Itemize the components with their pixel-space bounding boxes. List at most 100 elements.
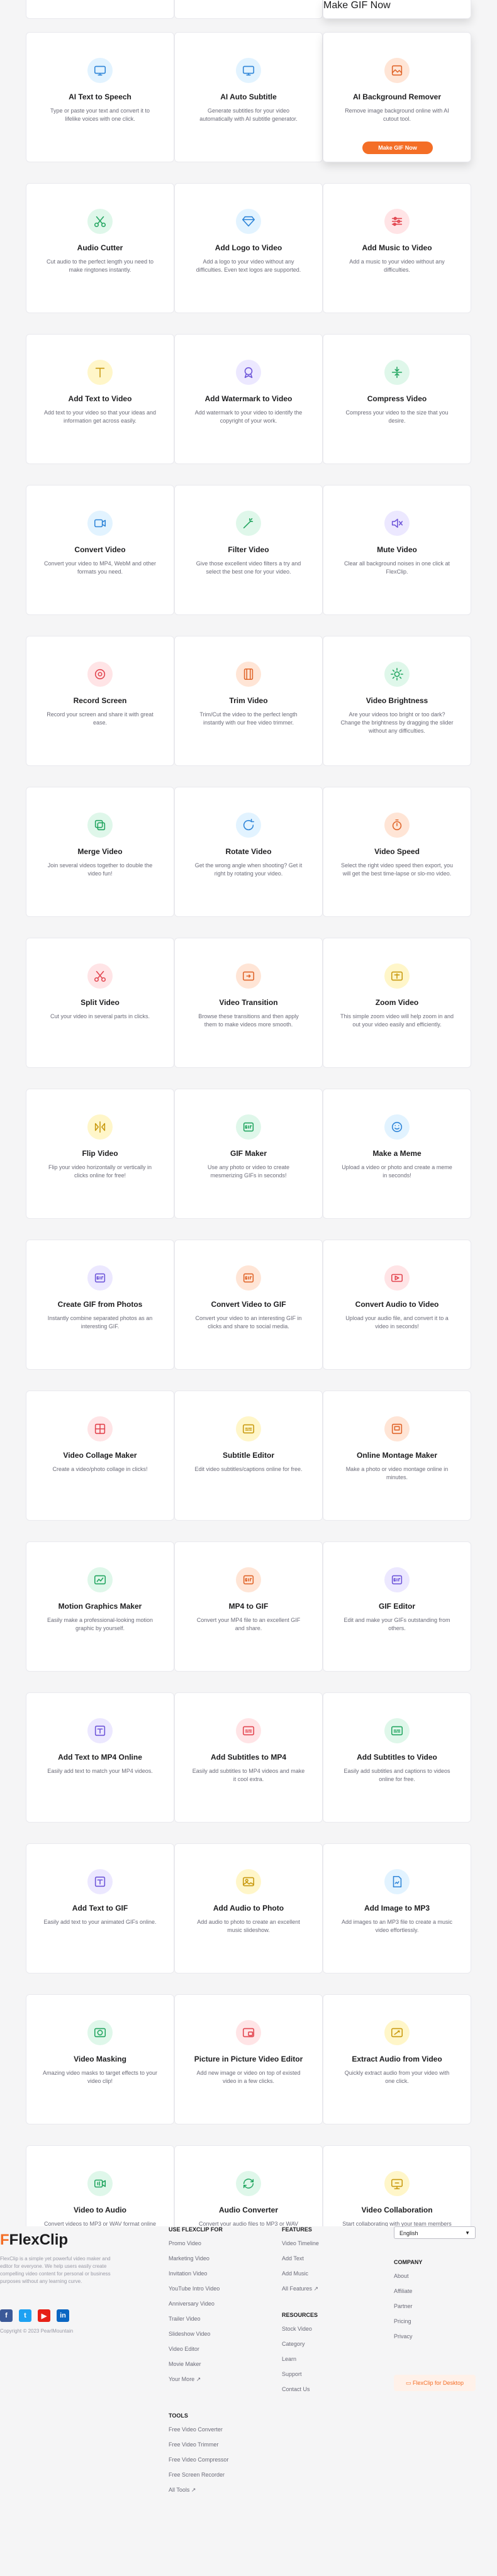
footer-link[interactable]: Support — [282, 2371, 318, 2377]
footer-link[interactable]: Category — [282, 2341, 318, 2347]
text-icon — [87, 360, 113, 385]
tool-card-title: Rotate Video — [225, 847, 272, 856]
tool-card-description: Amazing video masks to target effects to… — [43, 2070, 157, 2084]
footer-link[interactable]: Free Video Converter — [169, 2426, 228, 2433]
footer-link[interactable]: Slideshow Video — [169, 2331, 223, 2337]
tool-card-add-logo-to-video[interactable]: Add Logo to Video Add a logo to your vide… — [174, 183, 323, 313]
footer-link[interactable]: Partner — [394, 2303, 422, 2309]
youtube-icon[interactable]: ▶ — [38, 2309, 50, 2322]
language-value: English — [399, 2230, 418, 2236]
tool-card-ai-auto-subtitle[interactable]: AI Auto Subtitle Generate subtitles for y… — [174, 32, 323, 162]
desktop-app-button[interactable]: ▭ FlexClip for Desktop — [394, 2375, 476, 2391]
tool-card-make-a-meme[interactable]: Make a Meme Upload a video or photo and c… — [323, 1089, 471, 1219]
tool-card-record-screen[interactable]: Record Screen Record your screen and shar… — [26, 636, 174, 766]
tool-card-description: Type or paste your text and convert it t… — [50, 108, 150, 122]
tool-card-gif-maker[interactable]: GIF Maker Use any photo or video to creat… — [174, 1089, 323, 1219]
tool-card-ai-background-remover[interactable]: AI Background Remover Remove image backgr… — [323, 32, 471, 162]
tool-card-add-subtitles-to-mp4[interactable]: Add Subtitles to MP4 Easily add subtitles… — [174, 1692, 323, 1823]
tool-card-title: Add Subtitles to Video — [357, 1753, 437, 1762]
tool-card-add-music-to-video[interactable]: Add Music to Video Add a music to your vi… — [323, 183, 471, 313]
image-file-icon — [384, 1869, 410, 1894]
tool-card-convert-audio-to-video[interactable]: Convert Audio to Video Upload your audio … — [323, 1240, 471, 1370]
tool-card-video-brightness[interactable]: Video Brightness Are your videos too brig… — [323, 636, 471, 766]
footer-link[interactable]: Invitation Video — [169, 2270, 223, 2277]
collage-icon — [87, 1416, 113, 1441]
motion-icon — [87, 1567, 113, 1592]
tool-card-create-gif-from-photos[interactable]: Create GIF from Photos Instantly combine … — [26, 1240, 174, 1370]
tool-card-description: Cut your video in several parts in click… — [50, 1013, 150, 1019]
footer-link[interactable]: Add Text — [282, 2255, 319, 2262]
tool-card-zoom-video[interactable]: Zoom Video This simple zoom video will he… — [323, 938, 471, 1068]
tool-card-description: Add watermark to your video to identify … — [194, 409, 303, 424]
tool-card-add-image-to-mp3[interactable]: Add Image to MP3 Add images to an MP3 fil… — [323, 1843, 471, 1974]
tool-card-mute-video[interactable]: Mute Video Clear all background noises in… — [323, 485, 471, 615]
twitter-icon[interactable]: t — [19, 2309, 31, 2322]
gif-icon — [236, 1567, 261, 1592]
footer-link[interactable]: Contact Us — [282, 2386, 318, 2392]
tool-card-description: Are your videos too bright or too dark? … — [340, 711, 454, 734]
tool-card-video-transition[interactable]: Video Transition Browse these transitions… — [174, 938, 323, 1068]
tool-card-rotate-video[interactable]: Rotate Video Get the wrong angle when sho… — [174, 787, 323, 917]
tool-card-audio-cutter[interactable]: Audio Cutter Cut audio to the perfect len… — [26, 183, 174, 313]
footer-logo[interactable]: FFlexClip — [0, 2231, 68, 2249]
tool-card-gif-editor[interactable]: GIF Editor Edit and make your GIFs outsta… — [323, 1541, 471, 1672]
footer-link[interactable]: Free Video Compressor — [169, 2457, 228, 2463]
footer-link[interactable]: All Features ↗ — [282, 2285, 319, 2292]
make-gif-button[interactable]: Make GIF Now — [323, 0, 471, 11]
footer-link[interactable]: About — [394, 2273, 422, 2279]
tool-card-add-audio-to-photo[interactable]: Add Audio to Photo Add audio to photo to … — [174, 1843, 323, 1974]
tool-card-motion-graphics-maker[interactable]: Motion Graphics Maker Easily make a profe… — [26, 1541, 174, 1672]
linkedin-icon[interactable]: in — [57, 2309, 69, 2322]
tool-card-ai-text-to-speech[interactable]: AI Text to Speech Type or paste your text… — [26, 32, 174, 162]
footer-link[interactable]: Your More ↗ — [169, 2376, 223, 2383]
tool-card-trim-video[interactable]: Trim Video Trim/Cut the video to the perf… — [174, 636, 323, 766]
tool-card-extract-audio-from-video[interactable]: Extract Audio from Video Quickly extract … — [323, 1994, 471, 2124]
tool-card-merge-video[interactable]: Merge Video Join several videos together … — [26, 787, 174, 917]
footer-link[interactable]: Marketing Video — [169, 2255, 223, 2262]
footer-link[interactable]: YouTube Intro Video — [169, 2285, 223, 2292]
footer-link[interactable]: Pricing — [394, 2318, 422, 2324]
tool-card-video-collage-maker[interactable]: Video Collage Maker Create a video/photo … — [26, 1391, 174, 1521]
footer-link[interactable]: Promo Video — [169, 2240, 223, 2246]
tool-card-add-text-to-video[interactable]: Add Text to Video Add text to your video … — [26, 334, 174, 464]
tool-card-mp4-to-gif[interactable]: MP4 to GIF Convert your MP4 file to an ex… — [174, 1541, 323, 1672]
footer-link[interactable]: Affiliate — [394, 2288, 422, 2294]
tool-card-convert-video[interactable]: Convert Video Convert your video to MP4, … — [26, 485, 174, 615]
footer-link[interactable]: Movie Maker — [169, 2361, 223, 2367]
tool-card-description: Give those excellent video filters a try… — [196, 560, 301, 575]
tool-card-compress-video[interactable]: Compress Video Compress your video to the… — [323, 334, 471, 464]
footer-link[interactable]: Anniversary Video — [169, 2301, 223, 2307]
footer-link[interactable]: Add Music — [282, 2270, 319, 2277]
facebook-icon[interactable]: f — [0, 2309, 13, 2322]
footer-link[interactable]: Video Timeline — [282, 2240, 319, 2246]
tool-card-add-text-to-gif[interactable]: Add Text to GIF Easily add text to your a… — [26, 1843, 174, 1974]
tool-card-picture-in-picture-video-editor[interactable]: Picture in Picture Video Editor Add new i… — [174, 1994, 323, 2124]
tool-card-video-masking[interactable]: Video Masking Amazing video masks to targ… — [26, 1994, 174, 2124]
compress-icon — [384, 360, 410, 385]
subtitle-icon — [236, 1416, 261, 1441]
footer-link[interactable]: Video Editor — [169, 2346, 223, 2352]
footer-link[interactable]: All Tools ↗ — [169, 2487, 228, 2494]
footer-link[interactable]: Learn — [282, 2356, 318, 2362]
tool-card-flip-video[interactable]: Flip Video Flip your video horizontally o… — [26, 1089, 174, 1219]
footer-link[interactable]: Privacy — [394, 2333, 422, 2340]
tool-card-online-montage-maker[interactable]: Online Montage Maker Make a photo or vide… — [323, 1391, 471, 1521]
footer-link[interactable]: Free Screen Recorder — [169, 2472, 228, 2478]
tool-card-video-speed[interactable]: Video Speed Select the right video speed … — [323, 787, 471, 917]
footer-link[interactable]: Stock Video — [282, 2326, 318, 2332]
tool-card-title: Split Video — [81, 998, 120, 1007]
tool-card-add-text-to-mp4-online[interactable]: Add Text to MP4 Online Easily add text to… — [26, 1692, 174, 1823]
tool-card-subtitle-editor[interactable]: Subtitle Editor Edit video subtitles/capt… — [174, 1391, 323, 1521]
tool-card-add-watermark-to-video[interactable]: Add Watermark to Video Add watermark to y… — [174, 334, 323, 464]
footer-link[interactable]: Free Video Trimmer — [169, 2441, 228, 2448]
tool-card-convert-video-to-gif[interactable]: Convert Video to GIF Convert your video t… — [174, 1240, 323, 1370]
tool-card-filter-video[interactable]: Filter Video Give those excellent video f… — [174, 485, 323, 615]
tool-card-description: Add new image or video on top of existed… — [196, 2070, 301, 2084]
make-gif-button[interactable]: Make GIF Now — [362, 142, 433, 154]
tool-card-title: Add Audio to Photo — [213, 1904, 284, 1913]
tool-card-title: Add Logo to Video — [215, 243, 282, 252]
tool-card-split-video[interactable]: Split Video Cut your video in several par… — [26, 938, 174, 1068]
tool-card-add-subtitles-to-video[interactable]: Add Subtitles to Video Easily add subtitl… — [323, 1692, 471, 1823]
footer-link[interactable]: Trailer Video — [169, 2316, 223, 2322]
language-select[interactable]: English ▼ — [394, 2226, 476, 2239]
